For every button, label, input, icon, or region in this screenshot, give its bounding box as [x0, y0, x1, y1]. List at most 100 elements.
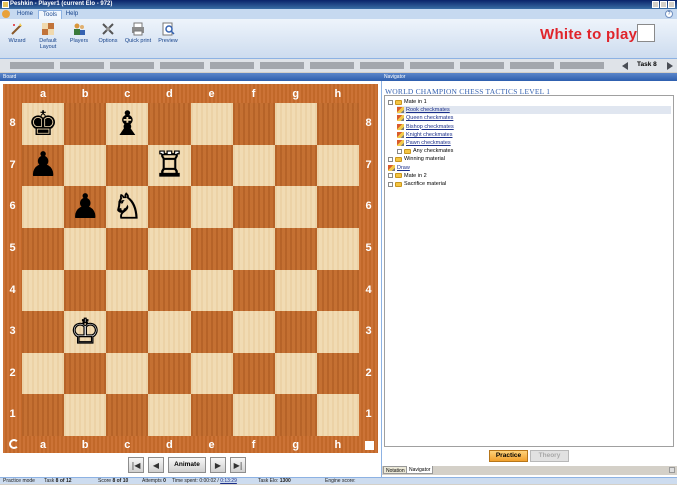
- square-g3[interactable]: [274, 311, 317, 353]
- square-h1[interactable]: [316, 394, 359, 436]
- chessboard[interactable]: ♚ ♝ ♟ ♖ ♟ ♘ ♔: [22, 103, 359, 436]
- square-d7[interactable]: ♖: [148, 144, 191, 187]
- next-task-icon[interactable]: [667, 62, 673, 70]
- expand-collapse-icon[interactable]: [388, 156, 393, 162]
- square-d8[interactable]: [148, 103, 191, 145]
- tree-item[interactable]: Pawn checkmates: [397, 139, 451, 147]
- square-b1[interactable]: [64, 394, 107, 436]
- square-e2[interactable]: [190, 352, 233, 395]
- square-g7[interactable]: [274, 144, 317, 187]
- tree-item[interactable]: Any checkmates: [397, 147, 453, 155]
- task-segment[interactable]: [110, 62, 154, 69]
- tree-item-label[interactable]: Queen checkmates: [406, 114, 453, 122]
- tree-item-label[interactable]: Knight checkmates: [406, 131, 452, 139]
- square-a5[interactable]: [22, 227, 65, 270]
- previous-task-icon[interactable]: [622, 62, 628, 70]
- square-f4[interactable]: [232, 269, 275, 312]
- tree-item[interactable]: Bishop checkmates: [397, 123, 454, 131]
- square-h2[interactable]: [316, 352, 359, 395]
- wizard-button[interactable]: Wizard: [4, 22, 30, 56]
- square-b4[interactable]: [64, 269, 107, 312]
- tab-tools[interactable]: Tools: [38, 10, 62, 19]
- square-e4[interactable]: [190, 269, 233, 312]
- square-e3[interactable]: [190, 311, 233, 353]
- task-segment[interactable]: [160, 62, 204, 69]
- tree-item-label[interactable]: Draw: [397, 164, 410, 172]
- preview-button[interactable]: Preview: [155, 22, 181, 56]
- square-h5[interactable]: [316, 227, 359, 270]
- square-c1[interactable]: [106, 394, 149, 436]
- last-move-button[interactable]: ▶|: [230, 457, 246, 473]
- square-c7[interactable]: [106, 144, 149, 187]
- tree-item-label[interactable]: Mate in 2: [404, 172, 427, 180]
- square-c3[interactable]: [106, 311, 149, 353]
- square-f6[interactable]: [232, 186, 275, 228]
- square-f3[interactable]: [232, 311, 275, 353]
- chess-piece[interactable]: ♘: [111, 189, 143, 224]
- tree-item-label[interactable]: Any checkmates: [413, 147, 453, 155]
- square-a1[interactable]: [22, 394, 65, 436]
- square-a3[interactable]: [22, 311, 65, 353]
- tree-item[interactable]: Mate in 2: [388, 172, 427, 180]
- square-e1[interactable]: [190, 394, 233, 436]
- task-segment[interactable]: [210, 62, 254, 69]
- tab-home[interactable]: Home: [14, 10, 36, 19]
- options-button[interactable]: Options: [95, 22, 121, 56]
- square-c8[interactable]: ♝: [106, 103, 149, 145]
- square-a6[interactable]: [22, 186, 65, 228]
- square-a2[interactable]: [22, 352, 65, 395]
- square-f2[interactable]: [232, 352, 275, 395]
- tree-item[interactable]: Mate in 1: [388, 98, 427, 106]
- expand-collapse-icon[interactable]: [388, 173, 393, 179]
- tab-notation[interactable]: Notation: [383, 466, 408, 474]
- tree-item[interactable]: Queen checkmates: [397, 114, 453, 122]
- chess-piece[interactable]: ♖: [154, 148, 186, 183]
- expand-collapse-icon[interactable]: [388, 181, 393, 187]
- tab-navigator[interactable]: Navigator: [406, 466, 434, 474]
- chess-piece[interactable]: ♝: [112, 107, 142, 141]
- square-b8[interactable]: [64, 103, 107, 145]
- minimize-icon[interactable]: [652, 1, 659, 8]
- square-e7[interactable]: [190, 144, 233, 187]
- task-segment[interactable]: [360, 62, 404, 69]
- square-e8[interactable]: [190, 103, 233, 145]
- chess-piece[interactable]: ♚: [28, 107, 58, 141]
- tree-item-label[interactable]: Sacrifice material: [404, 180, 446, 188]
- square-b3[interactable]: ♔: [64, 311, 107, 353]
- next-move-button[interactable]: ▶: [210, 457, 226, 473]
- task-segment[interactable]: [410, 62, 454, 69]
- square-g4[interactable]: [274, 269, 317, 312]
- tree-item[interactable]: Knight checkmates: [397, 131, 452, 139]
- square-h4[interactable]: [316, 269, 359, 312]
- chess-piece[interactable]: ♔: [69, 314, 101, 349]
- task-segment[interactable]: [10, 62, 54, 69]
- square-a8[interactable]: ♚: [22, 103, 65, 145]
- previous-move-button[interactable]: ◀: [148, 457, 164, 473]
- square-b5[interactable]: [64, 227, 107, 270]
- flip-board-icon[interactable]: [9, 439, 19, 449]
- square-g1[interactable]: [274, 394, 317, 436]
- task-segment[interactable]: [460, 62, 504, 69]
- tree-item[interactable]: Winning material: [388, 155, 445, 163]
- task-segment[interactable]: [510, 62, 554, 69]
- task-segment[interactable]: [310, 62, 354, 69]
- theory-button[interactable]: Theory: [530, 450, 569, 462]
- first-move-button[interactable]: |◀: [128, 457, 144, 473]
- tree-item[interactable]: Rook checkmates: [397, 106, 671, 115]
- square-f1[interactable]: [232, 394, 275, 436]
- square-d3[interactable]: [148, 311, 191, 353]
- square-c5[interactable]: [106, 227, 149, 270]
- tree-item[interactable]: Draw: [388, 164, 410, 172]
- animate-button[interactable]: Animate: [168, 457, 206, 473]
- square-d5[interactable]: [148, 227, 191, 270]
- square-g5[interactable]: [274, 227, 317, 270]
- square-g8[interactable]: [274, 103, 317, 145]
- square-h8[interactable]: [316, 103, 359, 145]
- players-button[interactable]: Players: [66, 22, 92, 56]
- square-d1[interactable]: [148, 394, 191, 436]
- square-f7[interactable]: [232, 144, 275, 187]
- close-icon[interactable]: [668, 1, 675, 8]
- square-a4[interactable]: [22, 269, 65, 312]
- square-g6[interactable]: [274, 186, 317, 228]
- square-b7[interactable]: [64, 144, 107, 187]
